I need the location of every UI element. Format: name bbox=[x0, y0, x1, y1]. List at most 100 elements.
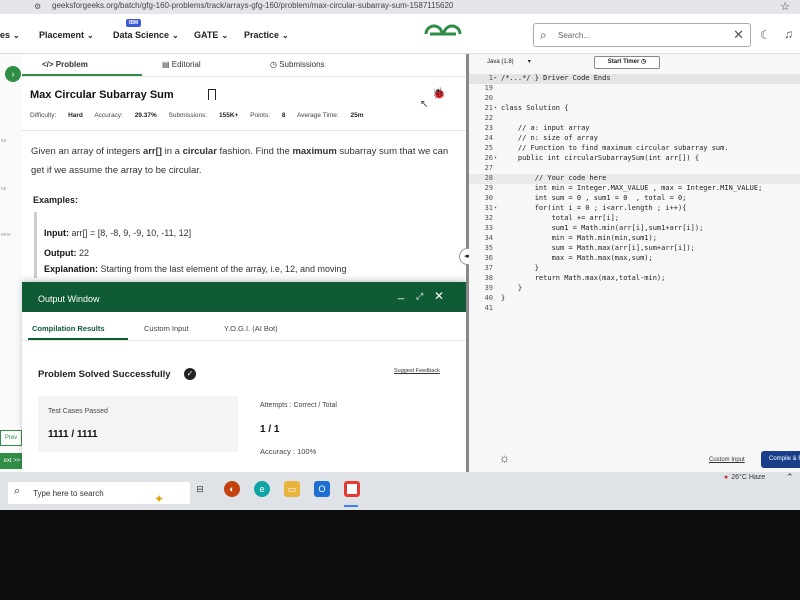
code-line[interactable]: 33 sum1 = Math.min(arr[i],sum1+arr[i]); bbox=[469, 224, 800, 234]
report-bug-icon[interactable]: 🐞 bbox=[432, 87, 446, 100]
expand-icon[interactable]: ⤢ bbox=[416, 291, 423, 302]
fold-toggle-icon[interactable]: ▾ bbox=[494, 105, 497, 111]
clear-search-icon[interactable]: ✕ bbox=[733, 27, 744, 43]
code-text[interactable]: } bbox=[501, 264, 539, 272]
code-text[interactable]: // Function to find maximum circular sub… bbox=[501, 144, 729, 152]
code-text[interactable]: } bbox=[501, 284, 522, 292]
code-line[interactable]: 30 int sum = 0 , sum1 = 0 , total = 0; bbox=[469, 194, 800, 204]
nav-item-gate[interactable]: GATE ⌄ bbox=[194, 30, 228, 40]
edge-browser-icon[interactable]: e bbox=[254, 481, 270, 497]
tab-custom-input[interactable]: Custom Input bbox=[144, 324, 189, 333]
accuracy-label: Accuracy : 100% bbox=[260, 447, 317, 456]
code-line[interactable]: 34 min = Math.min(min,sum1); bbox=[469, 234, 800, 244]
code-text[interactable]: // Your code here bbox=[501, 174, 607, 182]
chevron-up-icon[interactable]: ⌃ bbox=[786, 472, 794, 483]
line-number: 39 bbox=[484, 284, 493, 292]
tab-compilation-results[interactable]: Compilation Results bbox=[32, 324, 105, 333]
code-line[interactable]: 38 return Math.max(max,total-min); bbox=[469, 274, 800, 284]
settings-icon[interactable]: ☼ bbox=[499, 451, 510, 465]
code-line[interactable]: 19 bbox=[469, 84, 800, 94]
code-text[interactable]: int min = Integer.MAX_VALUE , max = Inte… bbox=[501, 184, 763, 192]
code-line[interactable]: 21 ▾ class Solution { bbox=[469, 104, 800, 114]
site-info-icon[interactable]: ⚙ bbox=[34, 2, 41, 11]
top-nav: es ⌄ Placement ⌄ IBM Data Science ⌄ GATE ⌄ P… bbox=[0, 14, 800, 54]
fold-toggle-icon[interactable]: ▾ bbox=[494, 205, 497, 211]
code-line[interactable]: 20 bbox=[469, 94, 800, 104]
example-box: Input: arr[] = [8, -8, 9, -9, 10, -11, 1… bbox=[34, 212, 452, 278]
close-icon[interactable]: ✕ bbox=[434, 289, 444, 303]
code-line[interactable]: 31 ▾ for(int i = 0 ; i<arr.length ; i++){ bbox=[469, 204, 800, 214]
taskbar-search[interactable]: ⌕ Type here to search ✦ bbox=[8, 482, 190, 506]
gfg-logo[interactable] bbox=[422, 22, 464, 46]
code-text[interactable]: min = Math.min(min,sum1); bbox=[501, 234, 657, 242]
nav-item-data-science[interactable]: Data Science ⌄ bbox=[113, 30, 179, 40]
code-line[interactable]: 23 // a: input array bbox=[469, 124, 800, 134]
copilot-icon[interactable]: ◐ bbox=[224, 481, 240, 497]
fold-toggle-icon[interactable]: ▾ bbox=[494, 155, 497, 161]
browser-url-bar[interactable]: ⚙ geeksforgeeks.org/batch/gfg-160-proble… bbox=[0, 0, 800, 14]
custom-input-link[interactable]: Custom Input bbox=[709, 457, 745, 463]
url-text[interactable]: geeksforgeeks.org/batch/gfg-160-problems… bbox=[52, 1, 453, 10]
suggest-feedback-link[interactable]: Suggest Feedback bbox=[394, 368, 440, 374]
code-line[interactable]: 26 ▾ public int circularSubarraySum(int a… bbox=[469, 154, 800, 164]
code-line[interactable]: 36 max = Math.max(max,sum); bbox=[469, 254, 800, 264]
tab-submissions[interactable]: ◷ Submissions bbox=[270, 60, 325, 69]
code-line[interactable]: 29 int min = Integer.MAX_VALUE , max = I… bbox=[469, 184, 800, 194]
dark-mode-icon[interactable]: ☾ bbox=[760, 28, 771, 42]
language-select[interactable]: Java (1.8) ▾ bbox=[487, 58, 531, 65]
code-text[interactable]: } bbox=[501, 294, 505, 302]
task-view-icon[interactable]: ⊟ bbox=[192, 481, 208, 497]
code-text[interactable]: total += arr[i]; bbox=[501, 214, 619, 222]
code-text[interactable]: return Math.max(max,total-min); bbox=[501, 274, 666, 282]
nav-item-placement[interactable]: Placement ⌄ bbox=[39, 30, 94, 40]
code-text[interactable]: // a: input array bbox=[501, 124, 590, 132]
code-line[interactable]: 22 bbox=[469, 114, 800, 124]
code-line[interactable]: 39 } bbox=[469, 284, 800, 294]
code-text[interactable]: /*...*/ } Driver Code Ends bbox=[501, 74, 611, 82]
nav-item-courses[interactable]: es ⌄ bbox=[0, 30, 20, 40]
tab-yogi-ai-bot[interactable]: Y.O.G.I. (AI Bot) bbox=[224, 324, 278, 333]
code-line[interactable]: 40} bbox=[469, 294, 800, 304]
tab-editorial[interactable]: ▤ Editorial bbox=[162, 60, 201, 69]
code-text[interactable]: // n: size of array bbox=[501, 134, 598, 142]
start-timer-button[interactable]: Start Timer ◷ bbox=[594, 56, 660, 69]
code-line[interactable]: 32 total += arr[i]; bbox=[469, 214, 800, 224]
code-line[interactable]: 41 bbox=[469, 304, 800, 314]
code-line[interactable]: 37 } bbox=[469, 264, 800, 274]
bookmark-icon[interactable] bbox=[208, 89, 216, 100]
prev-button[interactable]: Prev bbox=[0, 430, 22, 446]
code-text[interactable]: class Solution { bbox=[501, 104, 568, 112]
code-line[interactable]: 28 // Your code here bbox=[469, 174, 800, 184]
nav-item-practice[interactable]: Practice ⌄ bbox=[244, 30, 289, 40]
tab-problem[interactable]: </> Problem bbox=[42, 60, 88, 69]
next-button[interactable]: ext >> bbox=[0, 453, 24, 469]
output-window-title: Output Window bbox=[38, 294, 100, 304]
code-line[interactable]: 35 sum = Math.max(arr[i],sum+arr[i]); bbox=[469, 244, 800, 254]
code-text[interactable]: for(int i = 0 ; i<arr.length ; i++){ bbox=[501, 204, 687, 212]
code-text[interactable]: sum = Math.max(arr[i],sum+arr[i]); bbox=[501, 244, 695, 252]
expand-sidebar-icon[interactable]: › bbox=[5, 66, 21, 82]
code-line[interactable]: 24 // n: size of array bbox=[469, 134, 800, 144]
code-line[interactable]: 27 bbox=[469, 164, 800, 174]
chrome-icon[interactable] bbox=[344, 481, 360, 497]
search-input[interactable]: ⌕ Search... ✕ bbox=[533, 23, 751, 47]
outlook-icon[interactable]: O bbox=[314, 481, 330, 497]
code-text[interactable]: sum1 = Math.min(arr[i],sum1+arr[i]); bbox=[501, 224, 704, 232]
weather-widget[interactable]: ● 26°C Haze bbox=[724, 474, 765, 481]
output-window-header: Output Window _ ⤢ ✕ bbox=[22, 282, 466, 312]
code-line[interactable]: 25 // Function to find maximum circular … bbox=[469, 144, 800, 154]
code-text[interactable]: max = Math.max(max,sum); bbox=[501, 254, 653, 262]
code-text[interactable]: int sum = 0 , sum1 = 0 , total = 0; bbox=[501, 194, 687, 202]
notification-bell-icon[interactable]: ♫ bbox=[784, 27, 793, 41]
code-text[interactable]: public int circularSubarraySum(int arr[]… bbox=[501, 154, 699, 162]
copilot-sparkle-icon[interactable]: ✦ bbox=[154, 492, 164, 506]
line-number: 41 bbox=[484, 304, 493, 312]
bookmark-star-icon[interactable]: ☆ bbox=[780, 0, 790, 13]
minimize-icon[interactable]: _ bbox=[398, 288, 404, 300]
file-explorer-icon[interactable]: ▭ bbox=[284, 481, 300, 497]
fold-toggle-icon[interactable]: ▸ bbox=[494, 75, 497, 81]
line-number: 33 bbox=[484, 224, 493, 232]
code-line[interactable]: 1 ▸ /*...*/ } Driver Code Ends bbox=[469, 74, 800, 84]
code-area[interactable]: 1 ▸/*...*/ } Driver Code Ends 19 20 21 ▾ class… bbox=[469, 74, 800, 444]
compile-run-button[interactable]: Compile & Run bbox=[761, 451, 800, 468]
